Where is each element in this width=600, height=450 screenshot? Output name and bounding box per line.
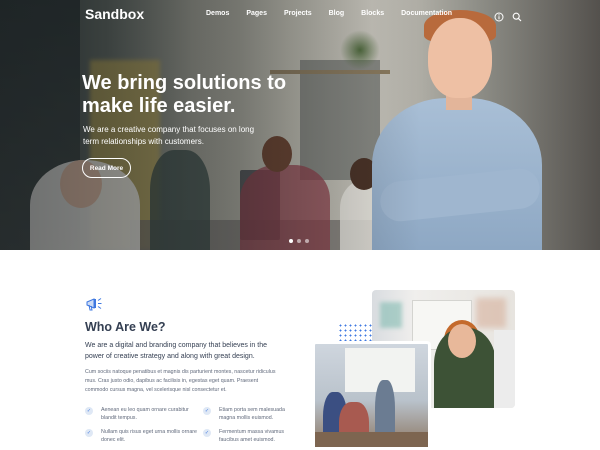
carousel-dots [289, 239, 309, 243]
list-item: ✓ Etiam porta sem malesuada magna mollis… [203, 406, 295, 422]
check-icon: ✓ [85, 407, 93, 415]
carousel-dot-3[interactable] [305, 239, 309, 243]
read-more-button[interactable]: Read More [82, 158, 131, 178]
carousel-dot-1[interactable] [289, 239, 293, 243]
hero-section: We bring solutions to make life easier. … [0, 0, 600, 250]
check-icon: ✓ [203, 407, 211, 415]
info-icon[interactable] [494, 9, 504, 22]
nav-item-pages[interactable]: Pages [246, 10, 267, 17]
about-title: Who Are We? [85, 320, 166, 334]
hero-subtitle: We are a creative company that focuses o… [83, 125, 255, 146]
about-body: Cum sociis natoque penatibus et magnis d… [85, 369, 276, 393]
about-lead: We are a digital and branding company th… [85, 342, 267, 360]
nav-item-documentation[interactable]: Documentation [401, 10, 452, 17]
navbar: Sandbox Demos Pages Projects Blog Blocks… [0, 0, 600, 30]
list-item: ✓ Nullam quis risus eget urna mollis orn… [85, 428, 203, 444]
nav-item-blocks[interactable]: Blocks [361, 10, 384, 17]
nav-item-blog[interactable]: Blog [329, 10, 345, 17]
photo-person [494, 330, 515, 408]
feature-list: ✓ Aenean eu leo quam ornare curabitur bl… [85, 406, 295, 444]
list-item-text: Aenean eu leo quam ornare curabitur blan… [101, 407, 189, 421]
list-item: ✓ Aenean eu leo quam ornare curabitur bl… [85, 406, 203, 422]
photo-detail [380, 302, 402, 328]
hero-title: We bring solutions to make life easier. [82, 72, 287, 117]
nav-item-demos[interactable]: Demos [206, 10, 229, 17]
photo-table [315, 432, 428, 447]
megaphone-icon [85, 295, 103, 313]
check-icon: ✓ [85, 429, 93, 437]
list-item: ✓ Fermentum massa vivamus faucibus amet … [203, 428, 295, 444]
check-icon: ✓ [203, 429, 211, 437]
list-item-text: Nullam quis risus eget urna mollis ornar… [101, 429, 197, 443]
nav-item-projects[interactable]: Projects [284, 10, 312, 17]
list-item-text: Etiam porta sem malesuada magna mollis e… [219, 407, 285, 421]
nav-links: Demos Pages Projects Blog Blocks Documen… [206, 10, 469, 17]
photo-person-head [448, 324, 476, 358]
list-item-text: Fermentum massa vivamus faucibus amet eu… [219, 429, 285, 443]
nav-icons [494, 9, 522, 22]
photo-detail [476, 298, 506, 328]
brand-logo[interactable]: Sandbox [85, 6, 144, 22]
about-photo-meeting [312, 341, 431, 450]
dot-pattern-decoration [338, 323, 372, 341]
search-icon[interactable] [512, 9, 522, 22]
carousel-dot-2[interactable] [297, 239, 301, 243]
